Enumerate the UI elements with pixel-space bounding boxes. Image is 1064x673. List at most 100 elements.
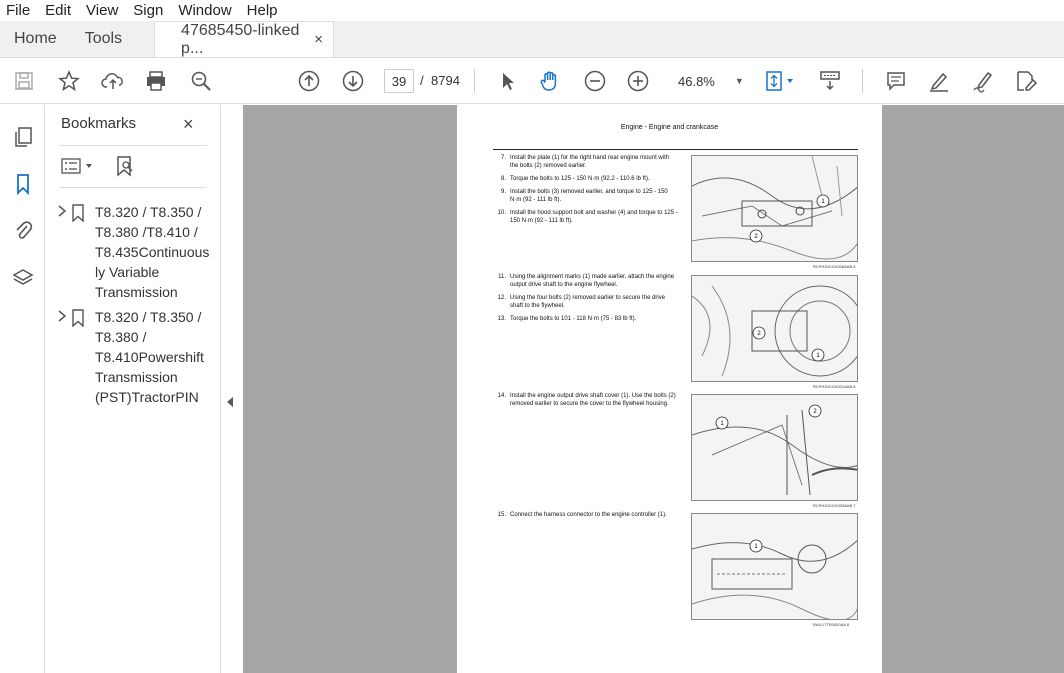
engine-controller-illustration: 1 xyxy=(692,539,857,619)
next-page-icon[interactable] xyxy=(341,58,365,104)
pdf-step: 15. Connect the harness connector to the … xyxy=(493,512,679,520)
step-number: 13. xyxy=(497,316,506,322)
close-icon[interactable]: × xyxy=(183,114,194,135)
page-thumbnails-icon[interactable] xyxy=(11,125,35,149)
step-text: Install the engine output drive shaft co… xyxy=(510,393,676,407)
page-number-input[interactable]: 39 xyxy=(384,69,414,93)
bookmarks-panel-icon[interactable] xyxy=(11,172,35,196)
figure-caption: RCPH10CCH028AAB 5 xyxy=(813,264,856,269)
layers-icon[interactable] xyxy=(11,266,35,290)
menu-sign[interactable]: Sign xyxy=(133,2,163,19)
pdf-figure: 1 2 xyxy=(691,394,858,501)
edit-pdf-icon[interactable] xyxy=(1013,58,1039,104)
pdf-step: 8. Torque the bolts to 125 - 150 N·m (92.… xyxy=(493,176,679,184)
tab-close-icon[interactable]: × xyxy=(314,31,323,48)
pdf-step: 12. Using the four bolts (2) removed earl… xyxy=(493,295,679,310)
sign-pen-icon[interactable] xyxy=(970,58,996,104)
chevron-right-icon[interactable] xyxy=(57,202,71,302)
pdf-figure: 1 2 xyxy=(691,155,858,262)
document-viewer[interactable]: Engine - Engine and crankcase 7. Install … xyxy=(243,105,1064,673)
zoom-out-icon[interactable] xyxy=(583,58,607,104)
step-number: 9. xyxy=(500,189,506,195)
menu-window[interactable]: Window xyxy=(178,2,231,19)
panel-splitter[interactable] xyxy=(221,105,243,673)
bookmark-flag-icon xyxy=(71,307,95,407)
bookmark-item[interactable]: T8.320 / T8.350 / T8.380 /T8.410 / T8.43… xyxy=(57,202,217,302)
highlight-pen-icon[interactable] xyxy=(926,58,952,104)
bookmarks-options xyxy=(61,155,135,182)
figure-caption: RAIL17TR0420AA 8 xyxy=(813,622,850,627)
step-number: 8. xyxy=(500,176,506,182)
step-text: Install the hood support bolt and washer… xyxy=(510,210,678,224)
bookmark-options-icon[interactable] xyxy=(61,157,95,180)
pdf-step: 7. Install the plate (1) for the right ha… xyxy=(493,155,679,170)
page-total: 8794 xyxy=(431,73,460,88)
pdf-page-header: Engine - Engine and crankcase xyxy=(620,124,719,131)
comment-icon[interactable] xyxy=(883,58,909,104)
chevron-down-icon: ▼ xyxy=(734,76,744,86)
menu-edit[interactable]: Edit xyxy=(45,2,71,19)
scrolling-mode-icon[interactable] xyxy=(817,58,843,104)
pdf-step: 13. Torque the bolts to 101 - 118 N·m (75… xyxy=(493,316,679,324)
pdf-figure: 1 xyxy=(691,513,858,620)
pdf-step: 14. Install the engine output drive shaft… xyxy=(493,393,679,408)
bookmark-star-icon[interactable] xyxy=(56,58,82,104)
save-icon[interactable] xyxy=(12,58,36,104)
step-number: 12. xyxy=(497,295,506,301)
step-number: 14. xyxy=(497,393,506,399)
find-bookmark-icon[interactable] xyxy=(115,155,135,182)
bookmark-flag-icon xyxy=(71,202,95,302)
upload-cloud-icon[interactable] xyxy=(100,58,126,104)
zoom-level-select[interactable]: 46.8% ▼ xyxy=(672,69,744,93)
step-text: Using the four bolts (2) removed earlier… xyxy=(510,295,666,309)
step-number: 7. xyxy=(500,155,506,161)
menu-file[interactable]: File xyxy=(6,2,30,19)
pdf-header-rule xyxy=(493,149,858,150)
step-text: Install the plate (1) for the right hand… xyxy=(510,155,670,169)
pdf-step: 9. Install the bolts (3) removed earlier,… xyxy=(493,189,679,204)
engine-mount-illustration: 1 2 xyxy=(692,156,857,260)
step-text: Connect the harness connector to the eng… xyxy=(510,512,667,518)
menu-bar: File Edit View Sign Window Help xyxy=(0,0,1064,21)
step-number: 15. xyxy=(497,512,506,518)
bookmark-label[interactable]: T8.320 / T8.350 / T8.380 /T8.410 / T8.43… xyxy=(95,202,210,302)
figure-caption: RCPH10CCH031AAB 6 xyxy=(813,384,856,389)
menu-help[interactable]: Help xyxy=(247,2,278,19)
bookmarks-panel-title: Bookmarks xyxy=(61,115,137,132)
fit-page-icon[interactable] xyxy=(762,58,798,104)
main-area: Bookmarks × T8.320 / T8.350 / T8.380 /T8… xyxy=(0,105,1064,673)
figure-caption: RCPH10CCH033AAB 7 xyxy=(813,503,856,508)
chevron-right-icon[interactable] xyxy=(57,307,71,407)
step-text: Torque the bolts to 125 - 150 N·m (92.2 … xyxy=(510,176,650,182)
page-separator: / xyxy=(420,73,424,88)
panel-divider xyxy=(59,187,207,188)
step-number: 10. xyxy=(497,210,506,216)
collapse-panel-icon[interactable] xyxy=(227,397,233,407)
step-text: Install the bolts (3) removed earlier, a… xyxy=(510,189,668,203)
menu-view[interactable]: View xyxy=(86,2,118,19)
pdf-step: 10. Install the hood support bolt and was… xyxy=(493,210,679,225)
pdf-figure: 2 1 xyxy=(691,275,858,382)
tab-document[interactable]: 47685450-linked p... × xyxy=(154,21,335,57)
attachments-paperclip-icon[interactable] xyxy=(11,218,35,242)
bookmark-label[interactable]: T8.320 / T8.350 / T8.380 / T8.410Powersh… xyxy=(95,307,210,407)
tab-document-label: 47685450-linked p... xyxy=(181,21,300,57)
search-zoom-icon[interactable] xyxy=(188,58,214,104)
tab-home[interactable]: Home xyxy=(0,21,71,57)
hand-tool-icon[interactable] xyxy=(537,58,563,104)
toolbar-divider xyxy=(862,69,863,93)
toolbar: 39 / 8794 46.8% ▼ xyxy=(0,58,1064,104)
bookmark-item[interactable]: T8.320 / T8.350 / T8.380 / T8.410Powersh… xyxy=(57,307,217,407)
pdf-page: Engine - Engine and crankcase 7. Install … xyxy=(457,105,882,673)
tab-tools[interactable]: Tools xyxy=(71,21,136,57)
zoom-in-icon[interactable] xyxy=(626,58,650,104)
select-cursor-icon[interactable] xyxy=(497,58,519,104)
navigation-rail xyxy=(0,105,45,673)
step-text: Torque the bolts to 101 - 118 N·m (75 - … xyxy=(510,316,637,322)
tab-bar: Home Tools 47685450-linked p... × xyxy=(0,21,1064,58)
previous-page-icon[interactable] xyxy=(297,58,321,104)
panel-divider xyxy=(59,145,207,146)
print-icon[interactable] xyxy=(143,58,169,104)
zoom-level-value: 46.8% xyxy=(678,73,715,89)
step-text: Using the alignment marks (1) made earli… xyxy=(510,274,675,288)
